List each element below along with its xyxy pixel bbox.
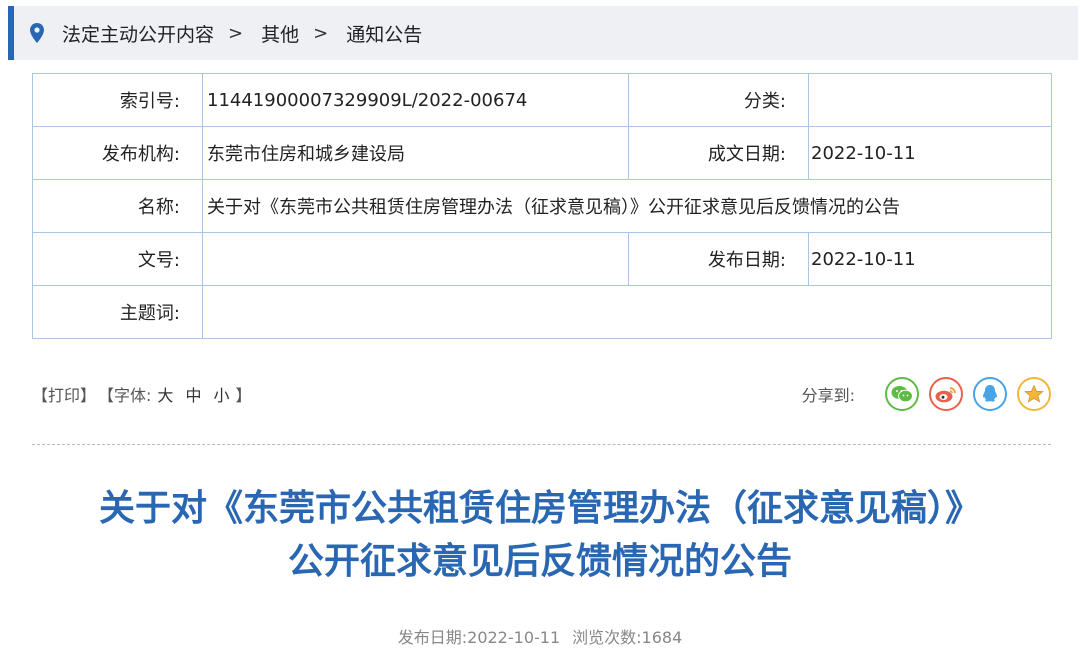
- index-value: 11441900007329909L/2022-00674: [202, 73, 629, 127]
- share-wechat-button[interactable]: [885, 377, 919, 411]
- written-date-label: 成文日期:: [628, 126, 809, 180]
- print-button[interactable]: 【打印】: [32, 382, 96, 406]
- favorite-icon: [1024, 384, 1044, 403]
- share-favorite-button[interactable]: [1017, 377, 1051, 411]
- breadcrumb-separator-icon: >: [228, 22, 244, 44]
- font-size-prefix: 【字体:: [98, 386, 152, 405]
- table-row: 发布机构: 东莞市住房和城乡建设局 成文日期: 2022-10-11: [32, 126, 1052, 180]
- meta-date-label: 发布日期:: [397, 628, 468, 647]
- meta-date-value: 2022-10-11: [467, 628, 561, 647]
- publisher-label: 发布机构:: [32, 126, 203, 180]
- font-large-button[interactable]: 大: [157, 382, 173, 406]
- share-weibo-button[interactable]: [929, 377, 963, 411]
- table-row: 索引号: 11441900007329909L/2022-00674 分类:: [32, 73, 1052, 127]
- weibo-icon: [935, 387, 956, 403]
- article-toolbar: 【打印】 【字体: 大 中 小 】 分享到:: [32, 372, 1051, 416]
- share-label: 分享到:: [801, 386, 855, 405]
- publish-date-value: 2022-10-11: [808, 232, 1052, 286]
- publisher-value: 东莞市住房和城乡建设局: [202, 126, 629, 180]
- share-qq-button[interactable]: [973, 377, 1007, 411]
- keywords-value: [202, 285, 1052, 339]
- publish-date-label: 发布日期:: [628, 232, 809, 286]
- doc-number-value: [202, 232, 629, 286]
- table-row: 主题词:: [32, 285, 1052, 339]
- document-info-table: 索引号: 11441900007329909L/2022-00674 分类: 发…: [32, 73, 1052, 339]
- breadcrumb: 法定主动公开内容 > 其他 > 通知公告: [8, 6, 1078, 60]
- article-title: 关于对《东莞市公共租赁住房管理办法（征求意见稿）》 公开征求意见后反馈情况的公告: [0, 482, 1080, 588]
- table-row: 文号: 发布日期: 2022-10-11: [32, 232, 1052, 286]
- location-pin-icon: [30, 23, 44, 43]
- doc-number-label: 文号:: [32, 232, 203, 286]
- breadcrumb-separator-icon: >: [313, 22, 329, 44]
- meta-views-label: 浏览次数:: [572, 628, 642, 647]
- font-size-suffix: 】: [235, 386, 252, 405]
- keywords-label: 主题词:: [32, 285, 203, 339]
- article-title-line-1: 关于对《东莞市公共租赁住房管理办法（征求意见稿）》: [98, 488, 981, 529]
- dashed-divider: [32, 444, 1051, 445]
- qq-icon: [982, 385, 998, 402]
- breadcrumb-item-public-content[interactable]: 法定主动公开内容: [62, 20, 214, 47]
- meta-views-value: 1684: [641, 628, 683, 647]
- name-label: 名称:: [32, 179, 203, 233]
- breadcrumb-item-notices[interactable]: 通知公告: [346, 20, 422, 47]
- article-title-line-2: 公开征求意见后反馈情况的公告: [287, 541, 792, 582]
- category-value: [808, 73, 1052, 127]
- written-date-value: 2022-10-11: [808, 126, 1052, 180]
- font-medium-button[interactable]: 中: [185, 382, 201, 406]
- breadcrumb-item-other[interactable]: 其他: [261, 20, 299, 47]
- name-value: 关于对《东莞市公共租赁住房管理办法（征求意见稿）》公开征求意见后反馈情况的公告: [202, 179, 1052, 233]
- table-row: 名称: 关于对《东莞市公共租赁住房管理办法（征求意见稿）》公开征求意见后反馈情况…: [32, 179, 1052, 233]
- index-label: 索引号:: [32, 73, 203, 127]
- article-meta: 发布日期:2022-10-11 浏览次数:1684: [0, 624, 1080, 648]
- category-label: 分类:: [628, 73, 809, 127]
- font-small-button[interactable]: 小: [213, 382, 229, 406]
- wechat-icon: [891, 386, 913, 403]
